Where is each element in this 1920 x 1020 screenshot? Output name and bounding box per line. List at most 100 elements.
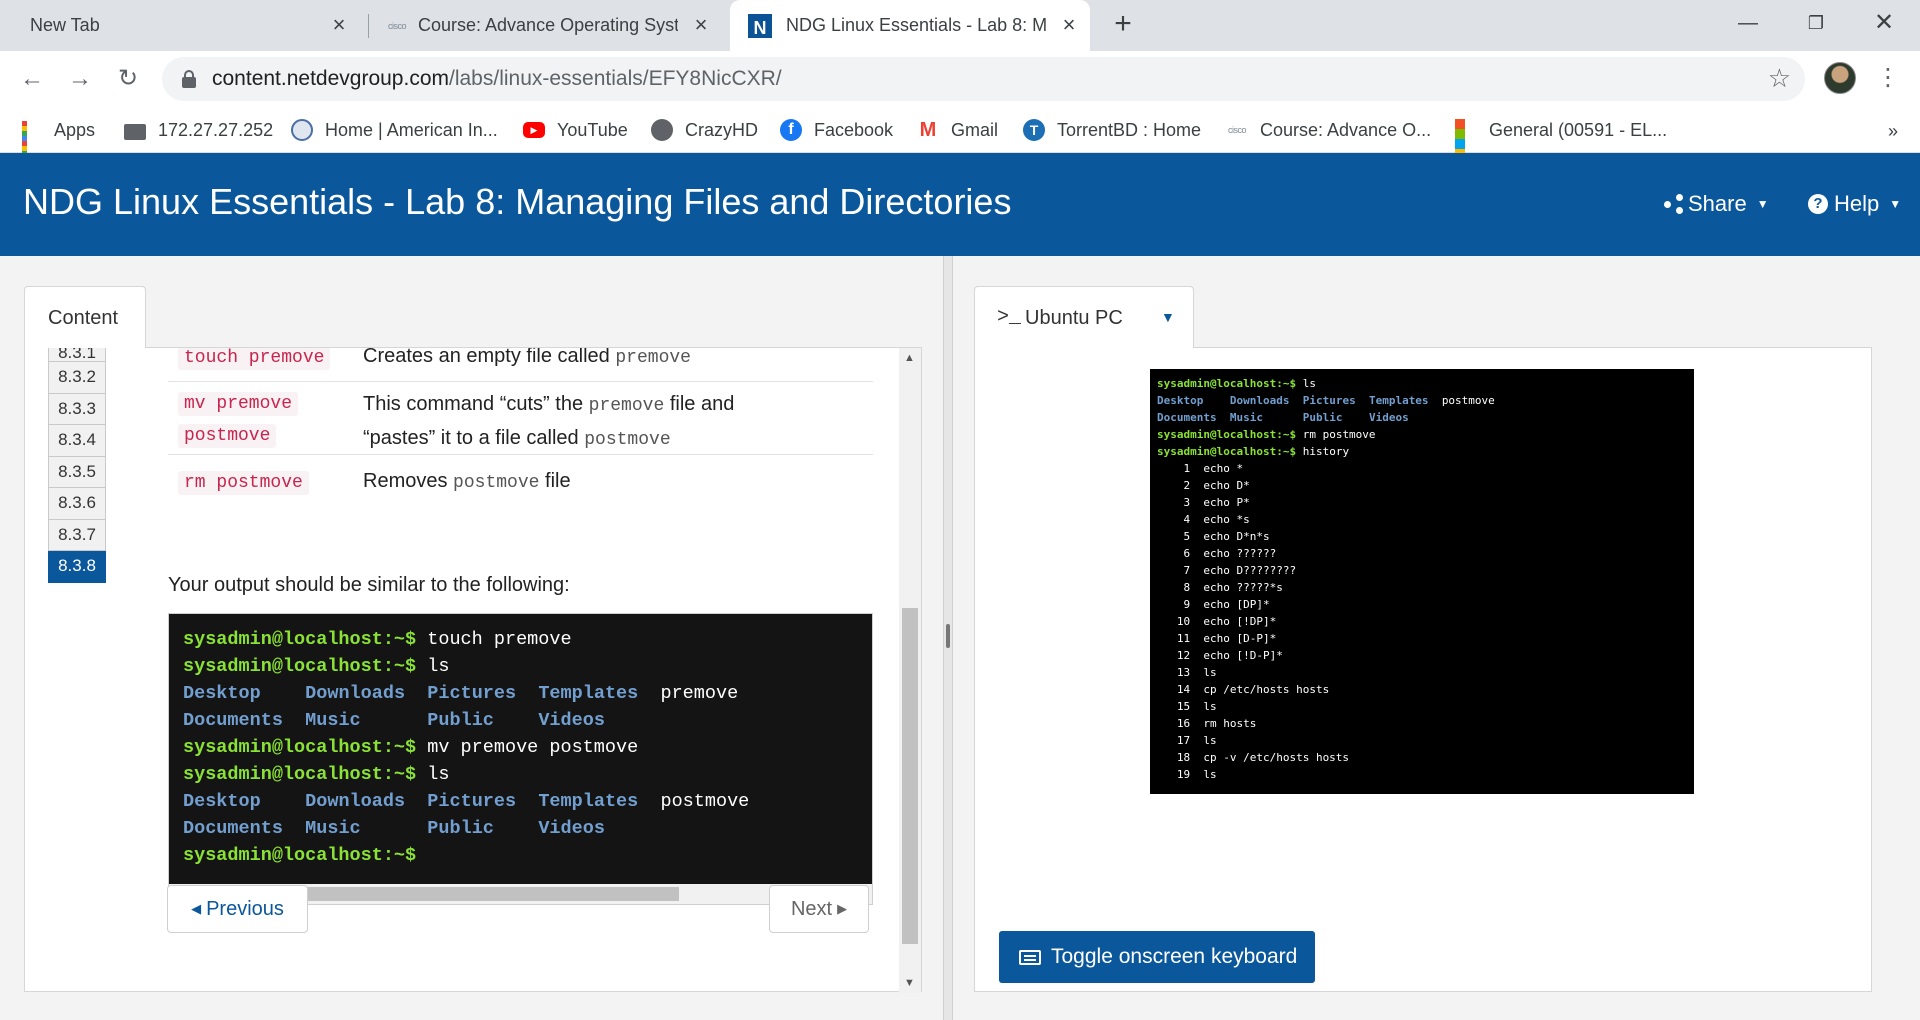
ndg-favicon-icon: N	[748, 13, 772, 38]
scrollbar-thumb[interactable]	[902, 608, 918, 944]
command-code: touch premove	[178, 348, 331, 370]
forward-arrow-icon[interactable]: →	[64, 63, 96, 95]
close-tab-icon[interactable]: ×	[328, 14, 350, 36]
splitter-grip-icon[interactable]	[946, 624, 950, 648]
terminal-file: postmove	[660, 791, 750, 812]
bookmark-172[interactable]: 172.27.27.252	[124, 115, 273, 145]
history-line: 4 echo *s	[1183, 513, 1250, 526]
terminal-dir: Public	[1302, 411, 1343, 424]
history-line: 14 cp /etc/hosts hosts	[1176, 683, 1330, 696]
bookmark-label: YouTube	[557, 119, 628, 140]
caret-down-icon[interactable]: ▼	[1161, 309, 1175, 325]
window-close-icon[interactable]: ✕	[1866, 8, 1902, 38]
bookmark-facebook[interactable]: f Facebook	[780, 115, 893, 145]
terminal-dir: Music	[1229, 411, 1263, 424]
previous-button[interactable]: ◀ Previous	[167, 885, 308, 933]
sample-output-box: sysadmin@localhost:~$ touch premove sysa…	[168, 613, 873, 905]
torrentbd-icon: T	[1023, 119, 1045, 141]
browser-tab-new-tab[interactable]: New Tab ×	[10, 0, 360, 51]
help-button[interactable]: ? Help ▼	[1808, 191, 1901, 217]
close-tab-icon[interactable]: ×	[690, 14, 712, 36]
nav-item-8-3-5[interactable]: 8.3.5	[48, 456, 106, 488]
nav-item-8-3-4[interactable]: 8.3.4	[48, 425, 106, 457]
history-line: 3 echo P*	[1183, 496, 1250, 509]
scroll-up-icon[interactable]: ▲	[904, 352, 915, 364]
caret-down-icon: ▼	[1889, 197, 1902, 211]
command-code-block: mv premove	[178, 392, 299, 416]
terminal-dir: Downloads	[1229, 394, 1290, 407]
terminal-prompt-icon: >_	[997, 306, 1022, 329]
bookmark-apps[interactable]: Apps	[20, 115, 96, 166]
terminal-prompt: sysadmin@localhost:~$	[1157, 377, 1297, 390]
cisco-favicon-icon: cisco	[387, 20, 407, 31]
terminal-dir: Pictures	[1302, 394, 1356, 407]
address-bar[interactable]: content.netdevgroup.com/labs/linux-essen…	[162, 57, 1805, 101]
browser-tab-course[interactable]: cisco Course: Advance Operating Syste ×	[376, 0, 722, 51]
bookmark-label: Course: Advance O...	[1260, 119, 1432, 140]
terminal-command: ls	[427, 764, 450, 785]
bookmark-torrentbd[interactable]: T TorrentBD : Home	[1023, 115, 1201, 145]
globe-icon	[291, 119, 313, 141]
tab-ubuntu-pc[interactable]: >_ Ubuntu PC ▼	[974, 286, 1194, 348]
bookmark-course[interactable]: cisco Course: Advance O...	[1226, 115, 1431, 145]
desc-text: This command “cuts” the	[363, 393, 584, 415]
nav-item-8-3-7[interactable]: 8.3.7	[48, 519, 106, 551]
command-code: rm postmove	[178, 471, 309, 495]
bookmark-star-icon[interactable]: ☆	[1768, 63, 1791, 94]
tab-content[interactable]: Content	[24, 286, 146, 348]
terminal-prompt: sysadmin@localhost:~$	[183, 845, 417, 866]
youtube-icon: ▶	[523, 122, 545, 138]
command-row: mv premove postmove This command “cuts” …	[168, 382, 873, 455]
nav-item-8-3-3[interactable]: 8.3.3	[48, 393, 106, 425]
url-text[interactable]: content.netdevgroup.com/labs/linux-essen…	[212, 67, 782, 91]
toggle-keyboard-button[interactable]: Toggle onscreen keyboard	[999, 931, 1315, 983]
vertical-scrollbar[interactable]: ▲ ▼	[899, 348, 921, 993]
history-line: 10 echo [!DP]*	[1176, 615, 1277, 628]
nav-item-8-3-2[interactable]: 8.3.2	[48, 362, 106, 394]
bookmark-crazyhd[interactable]: CrazyHD	[651, 115, 758, 145]
bookmarks-overflow-icon[interactable]: »	[1888, 121, 1898, 142]
history-line: 1 echo *	[1183, 462, 1244, 475]
new-tab-plus-icon[interactable]: +	[1108, 9, 1138, 40]
bookmark-label: Apps	[54, 119, 96, 140]
minimize-icon[interactable]: —	[1730, 8, 1766, 38]
profile-avatar[interactable]	[1824, 62, 1856, 94]
history-line: 19 ls	[1157, 768, 1217, 781]
desc-text: Removes	[363, 470, 448, 492]
bookmark-gmail[interactable]: M Gmail	[917, 115, 998, 145]
bookmark-youtube[interactable]: ▶ YouTube	[523, 115, 628, 145]
help-label: Help	[1834, 191, 1880, 216]
browser-menu-icon[interactable]: ⋮	[1876, 63, 1900, 93]
history-line: 11 echo [D-P]*	[1176, 632, 1277, 645]
globe-icon	[651, 119, 673, 141]
reload-icon[interactable]: ↻	[112, 63, 144, 95]
bookmark-label: Home | American In...	[325, 119, 498, 140]
browser-tab-ndg-active[interactable]: N NDG Linux Essentials - Lab 8: Ma ×	[730, 0, 1090, 51]
bookmark-general[interactable]: General (00591 - EL...	[1455, 115, 1667, 159]
share-button[interactable]: Share ▼	[1664, 191, 1769, 217]
tab-content-label: Content	[48, 307, 119, 329]
bookmark-american[interactable]: Home | American In...	[291, 115, 498, 145]
back-arrow-icon[interactable]: ←	[16, 63, 48, 95]
share-icon	[1664, 194, 1684, 214]
restore-icon[interactable]: ❐	[1798, 8, 1834, 38]
terminal-dir: Music	[305, 818, 361, 839]
command-description: Creates an empty file called premove	[363, 348, 691, 374]
terminal-dir: Pictures	[427, 791, 517, 812]
chevron-right-icon: ▶	[837, 901, 848, 916]
caret-down-icon: ▼	[1756, 197, 1769, 211]
nav-item-8-3-1[interactable]: 8.3.1	[48, 348, 106, 362]
terminal-dir: Public	[427, 818, 494, 839]
next-button[interactable]: Next ▶	[769, 885, 869, 933]
url-domain: content.netdevgroup.com	[212, 67, 449, 90]
scroll-down-icon[interactable]: ▼	[904, 977, 915, 989]
terminal-file: premove	[660, 683, 739, 704]
nav-item-8-3-8[interactable]: 8.3.8	[48, 551, 106, 583]
desc-text: file	[545, 470, 571, 492]
nav-item-8-3-6[interactable]: 8.3.6	[48, 488, 106, 520]
panel-splitter[interactable]	[943, 256, 953, 1020]
desc-text: file and	[669, 393, 735, 415]
vm-terminal-screen[interactable]: sysadmin@localhost:~$ ls Desktop Downloa…	[1150, 369, 1694, 794]
close-tab-icon[interactable]: ×	[1058, 14, 1080, 36]
cisco-favicon-icon: cisco	[1227, 125, 1247, 135]
